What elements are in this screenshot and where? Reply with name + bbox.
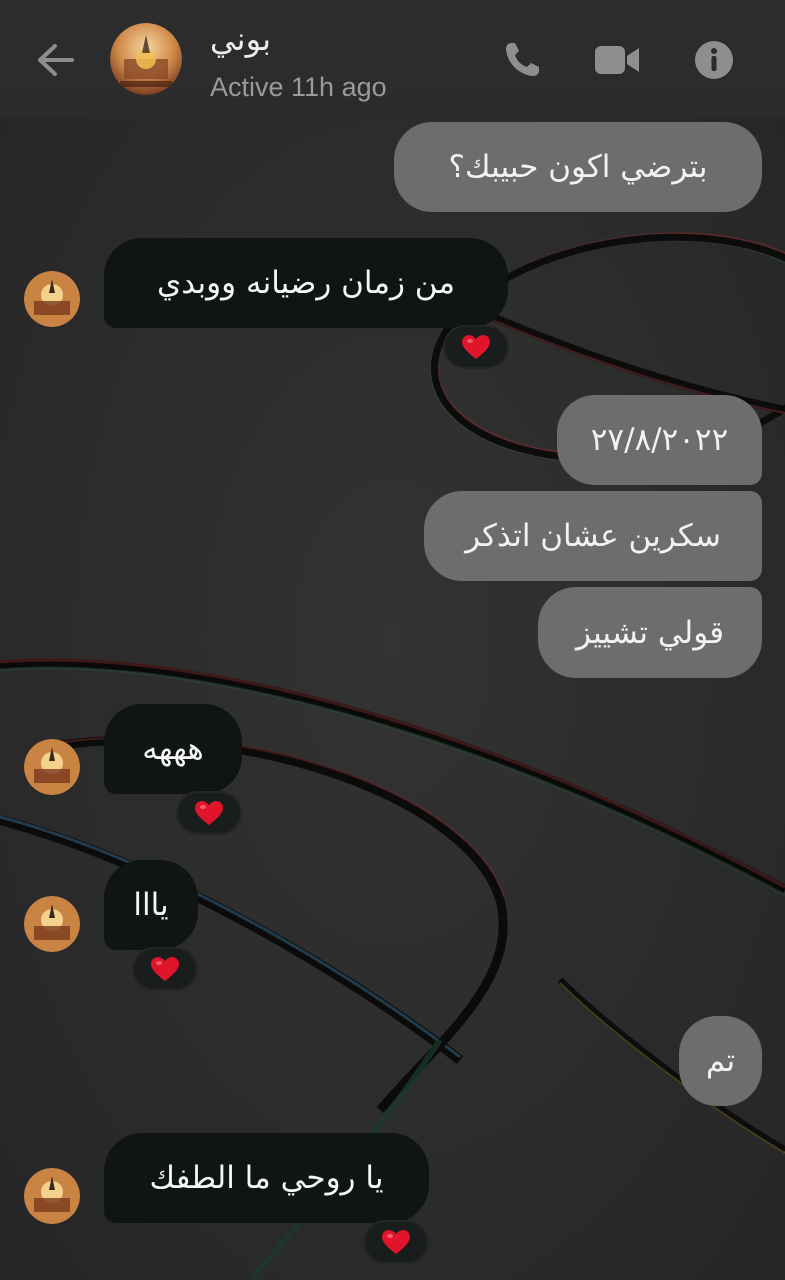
outgoing-message-bubble[interactable]: قولي تشييز xyxy=(538,587,762,678)
back-arrow-icon xyxy=(38,44,74,76)
heart-icon xyxy=(195,801,223,825)
heart-icon xyxy=(462,335,490,359)
contact-name: بوني xyxy=(210,20,272,58)
avatar-image xyxy=(24,739,80,795)
heart-icon xyxy=(151,957,179,981)
contact-avatar[interactable] xyxy=(110,23,182,95)
sender-avatar[interactable] xyxy=(24,896,80,952)
incoming-message-bubble[interactable]: يا روحي ما الطفك xyxy=(104,1133,429,1223)
call-button[interactable] xyxy=(496,34,548,86)
avatar-image xyxy=(110,23,182,95)
sender-avatar[interactable] xyxy=(24,271,80,327)
incoming-message-bubble[interactable]: هههه xyxy=(104,704,242,794)
heart-reaction[interactable] xyxy=(363,1220,429,1264)
avatar-image xyxy=(24,271,80,327)
chat-header: بوني Active 11h ago xyxy=(0,0,785,118)
incoming-message-bubble[interactable]: يااا xyxy=(104,860,198,950)
outgoing-message-bubble[interactable]: تم xyxy=(679,1016,762,1106)
heart-reaction[interactable] xyxy=(132,947,198,991)
sender-avatar[interactable] xyxy=(24,1168,80,1224)
phone-icon xyxy=(506,43,539,76)
info-button[interactable] xyxy=(688,34,740,86)
avatar-image xyxy=(24,1168,80,1224)
heart-reaction[interactable] xyxy=(443,325,509,369)
heart-reaction[interactable] xyxy=(176,791,242,835)
avatar-image xyxy=(24,896,80,952)
incoming-message-bubble[interactable]: من زمان رضيانه ووبدي xyxy=(104,238,508,328)
active-status: Active 11h ago xyxy=(210,72,387,102)
info-icon xyxy=(695,41,733,79)
video-camera-icon xyxy=(595,46,639,74)
sender-avatar[interactable] xyxy=(24,739,80,795)
video-call-button[interactable] xyxy=(592,34,644,86)
back-button[interactable] xyxy=(28,36,82,84)
outgoing-message-bubble[interactable]: ٢٧/٨/٢٠٢٢ xyxy=(557,395,762,485)
outgoing-message-bubble[interactable]: بترضي اكون حبيبك؟ xyxy=(394,122,762,212)
outgoing-message-bubble[interactable]: سكرين عشان اتذكر xyxy=(424,491,762,581)
heart-icon xyxy=(382,1230,410,1254)
